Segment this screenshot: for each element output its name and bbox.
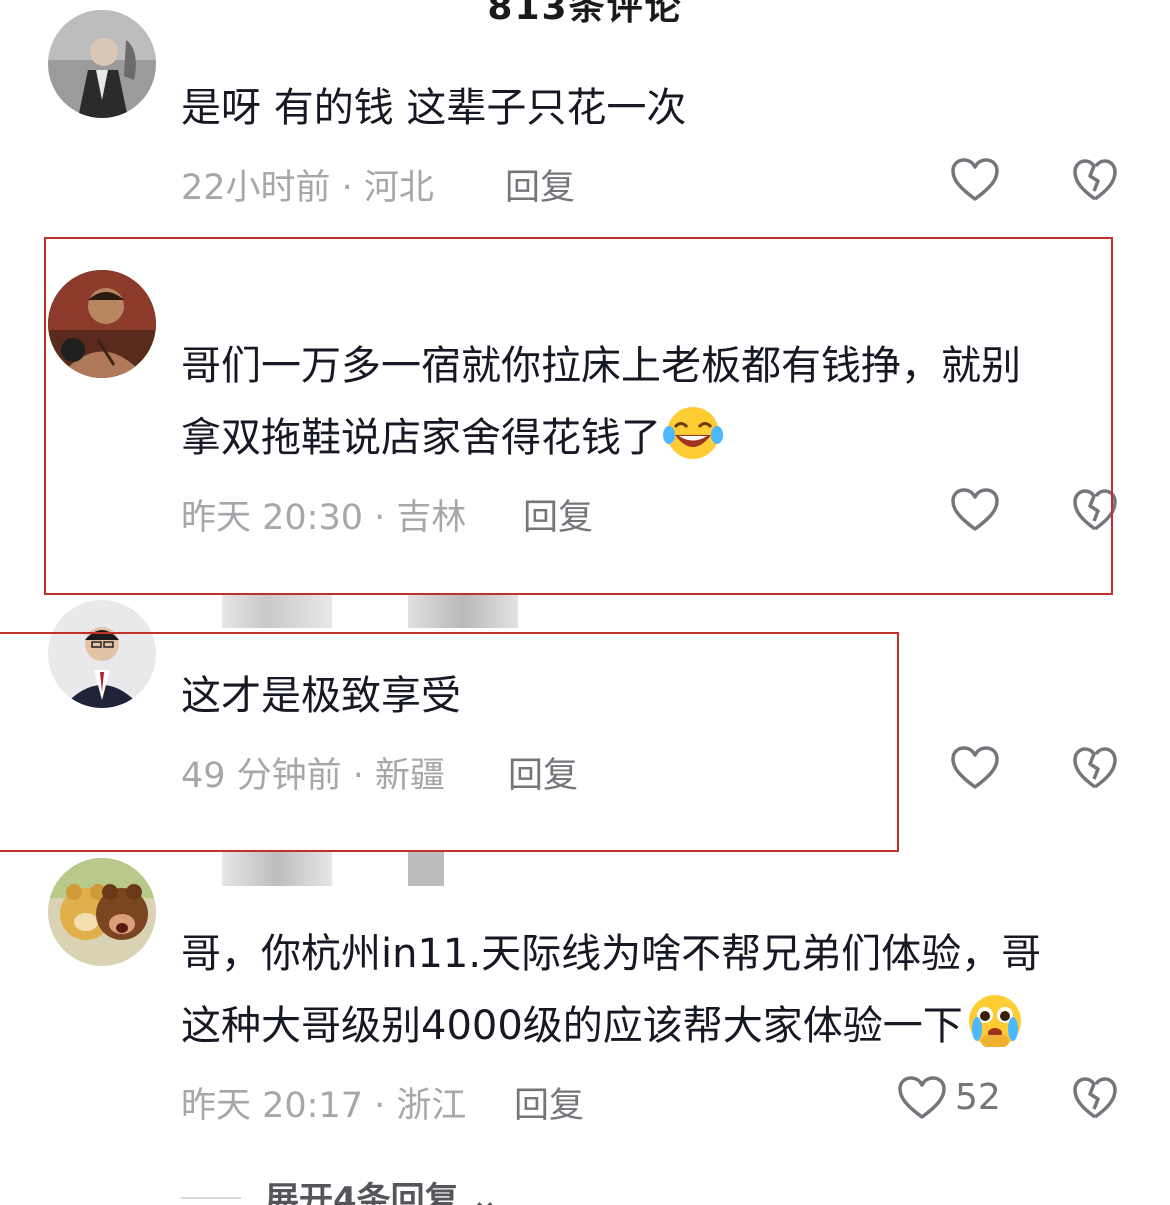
dislike-broken-heart-icon[interactable]	[1072, 1075, 1118, 1121]
comment-text-line-2: 这种大哥级别4000级的应该帮大家体验一下	[181, 990, 1027, 1062]
blurred-username	[222, 852, 332, 886]
dislike-broken-heart-icon[interactable]	[1072, 157, 1118, 203]
dislike-broken-heart-icon[interactable]	[1072, 745, 1118, 791]
comments-count-title: 813条评论	[487, 0, 683, 28]
like-count: 52	[955, 1077, 1001, 1118]
highlight-box	[44, 237, 1113, 595]
expand-divider	[181, 1197, 241, 1199]
highlight-box	[0, 632, 899, 852]
like-heart-icon[interactable]	[950, 745, 1000, 791]
avatar[interactable]	[48, 10, 156, 118]
blurred-username	[222, 594, 332, 628]
comment-meta: 22小时前 · 河北	[181, 168, 434, 208]
like-heart-icon[interactable]	[950, 157, 1000, 203]
comment-text-line-2-text: 这种大哥级别4000级的应该帮大家体验一下	[181, 1003, 963, 1049]
expand-replies-button[interactable]: 展开4条回复 ⌄	[265, 1172, 499, 1205]
expand-replies-label: 展开4条回复	[265, 1180, 459, 1205]
like-heart-icon[interactable]	[897, 1075, 947, 1121]
comment-text-line-1: 哥，你杭州in11.天际线为啥不帮兄弟们体验，哥	[181, 931, 1042, 977]
avatar[interactable]	[48, 858, 156, 966]
reply-button[interactable]: 回复	[514, 1077, 584, 1128]
blurred-username	[408, 852, 444, 886]
blurred-username	[408, 594, 518, 628]
pleading-crying-emoji-icon	[963, 993, 1027, 1049]
reply-button[interactable]: 回复	[505, 159, 575, 210]
chevron-down-icon: ⌄	[470, 1180, 500, 1205]
comment-text: 是呀 有的钱 这辈子只花一次	[181, 85, 687, 131]
comments-page: 813条评论 是呀 有的钱 这辈子只花一次 22小时前 · 河北 回复 哥们一万…	[0, 0, 1170, 1205]
comment-meta: 昨天 20:17 · 浙江	[181, 1086, 467, 1126]
